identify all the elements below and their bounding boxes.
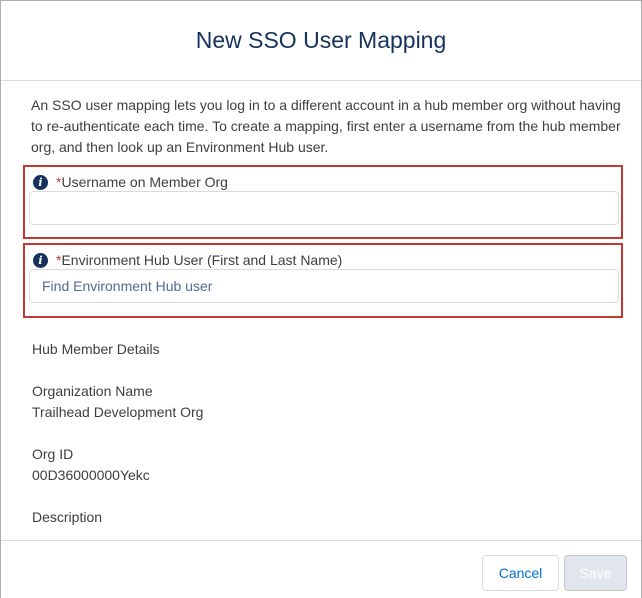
info-icon[interactable]: i — [33, 174, 48, 190]
description-label: Description — [32, 509, 103, 525]
org-name-label: Organization Name — [32, 383, 153, 399]
info-icon[interactable]: i — [33, 252, 48, 268]
username-field-group: i * Username on Member Org — [23, 165, 623, 239]
org-id-label: Org ID — [32, 446, 74, 462]
org-name-value: Trailhead Development Org — [32, 404, 204, 420]
hub-member-details-heading: Hub Member Details — [32, 341, 160, 357]
dialog-title: New SSO User Mapping — [195, 27, 447, 53]
username-input[interactable] — [29, 191, 619, 225]
hub-user-label-row: i * Environment Hub User (First and Last… — [33, 251, 342, 269]
dialog-intro-text: An SSO user mapping lets you log in to a… — [31, 97, 621, 155]
username-label-row: i * Username on Member Org — [33, 173, 228, 191]
username-label: Username on Member Org — [61, 174, 228, 190]
org-id-value: 00D36000000Yekc — [32, 467, 150, 483]
hub-user-lookup-input[interactable] — [29, 269, 619, 303]
cancel-button[interactable]: Cancel — [482, 555, 559, 591]
hub-user-label: Environment Hub User (First and Last Nam… — [61, 252, 343, 268]
dialog-footer: Cancel Save — [1, 540, 641, 598]
dialog-header: New SSO User Mapping — [1, 1, 641, 81]
sso-mapping-dialog: New SSO User Mapping An SSO user mapping… — [0, 0, 642, 598]
hub-user-field-group: i * Environment Hub User (First and Last… — [23, 243, 623, 318]
save-button[interactable]: Save — [564, 555, 627, 591]
